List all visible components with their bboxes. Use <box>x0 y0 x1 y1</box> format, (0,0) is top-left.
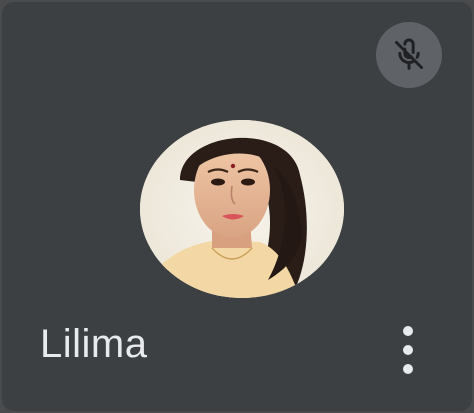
more-vert-icon <box>403 326 413 374</box>
participant-tile[interactable]: Lilima <box>2 2 472 411</box>
avatar <box>140 120 344 298</box>
participant-photo <box>140 120 344 298</box>
participant-name: Lilima <box>40 322 148 366</box>
mic-muted-indicator <box>376 22 442 88</box>
more-options-button[interactable] <box>388 320 428 380</box>
mic-off-icon <box>395 38 423 70</box>
